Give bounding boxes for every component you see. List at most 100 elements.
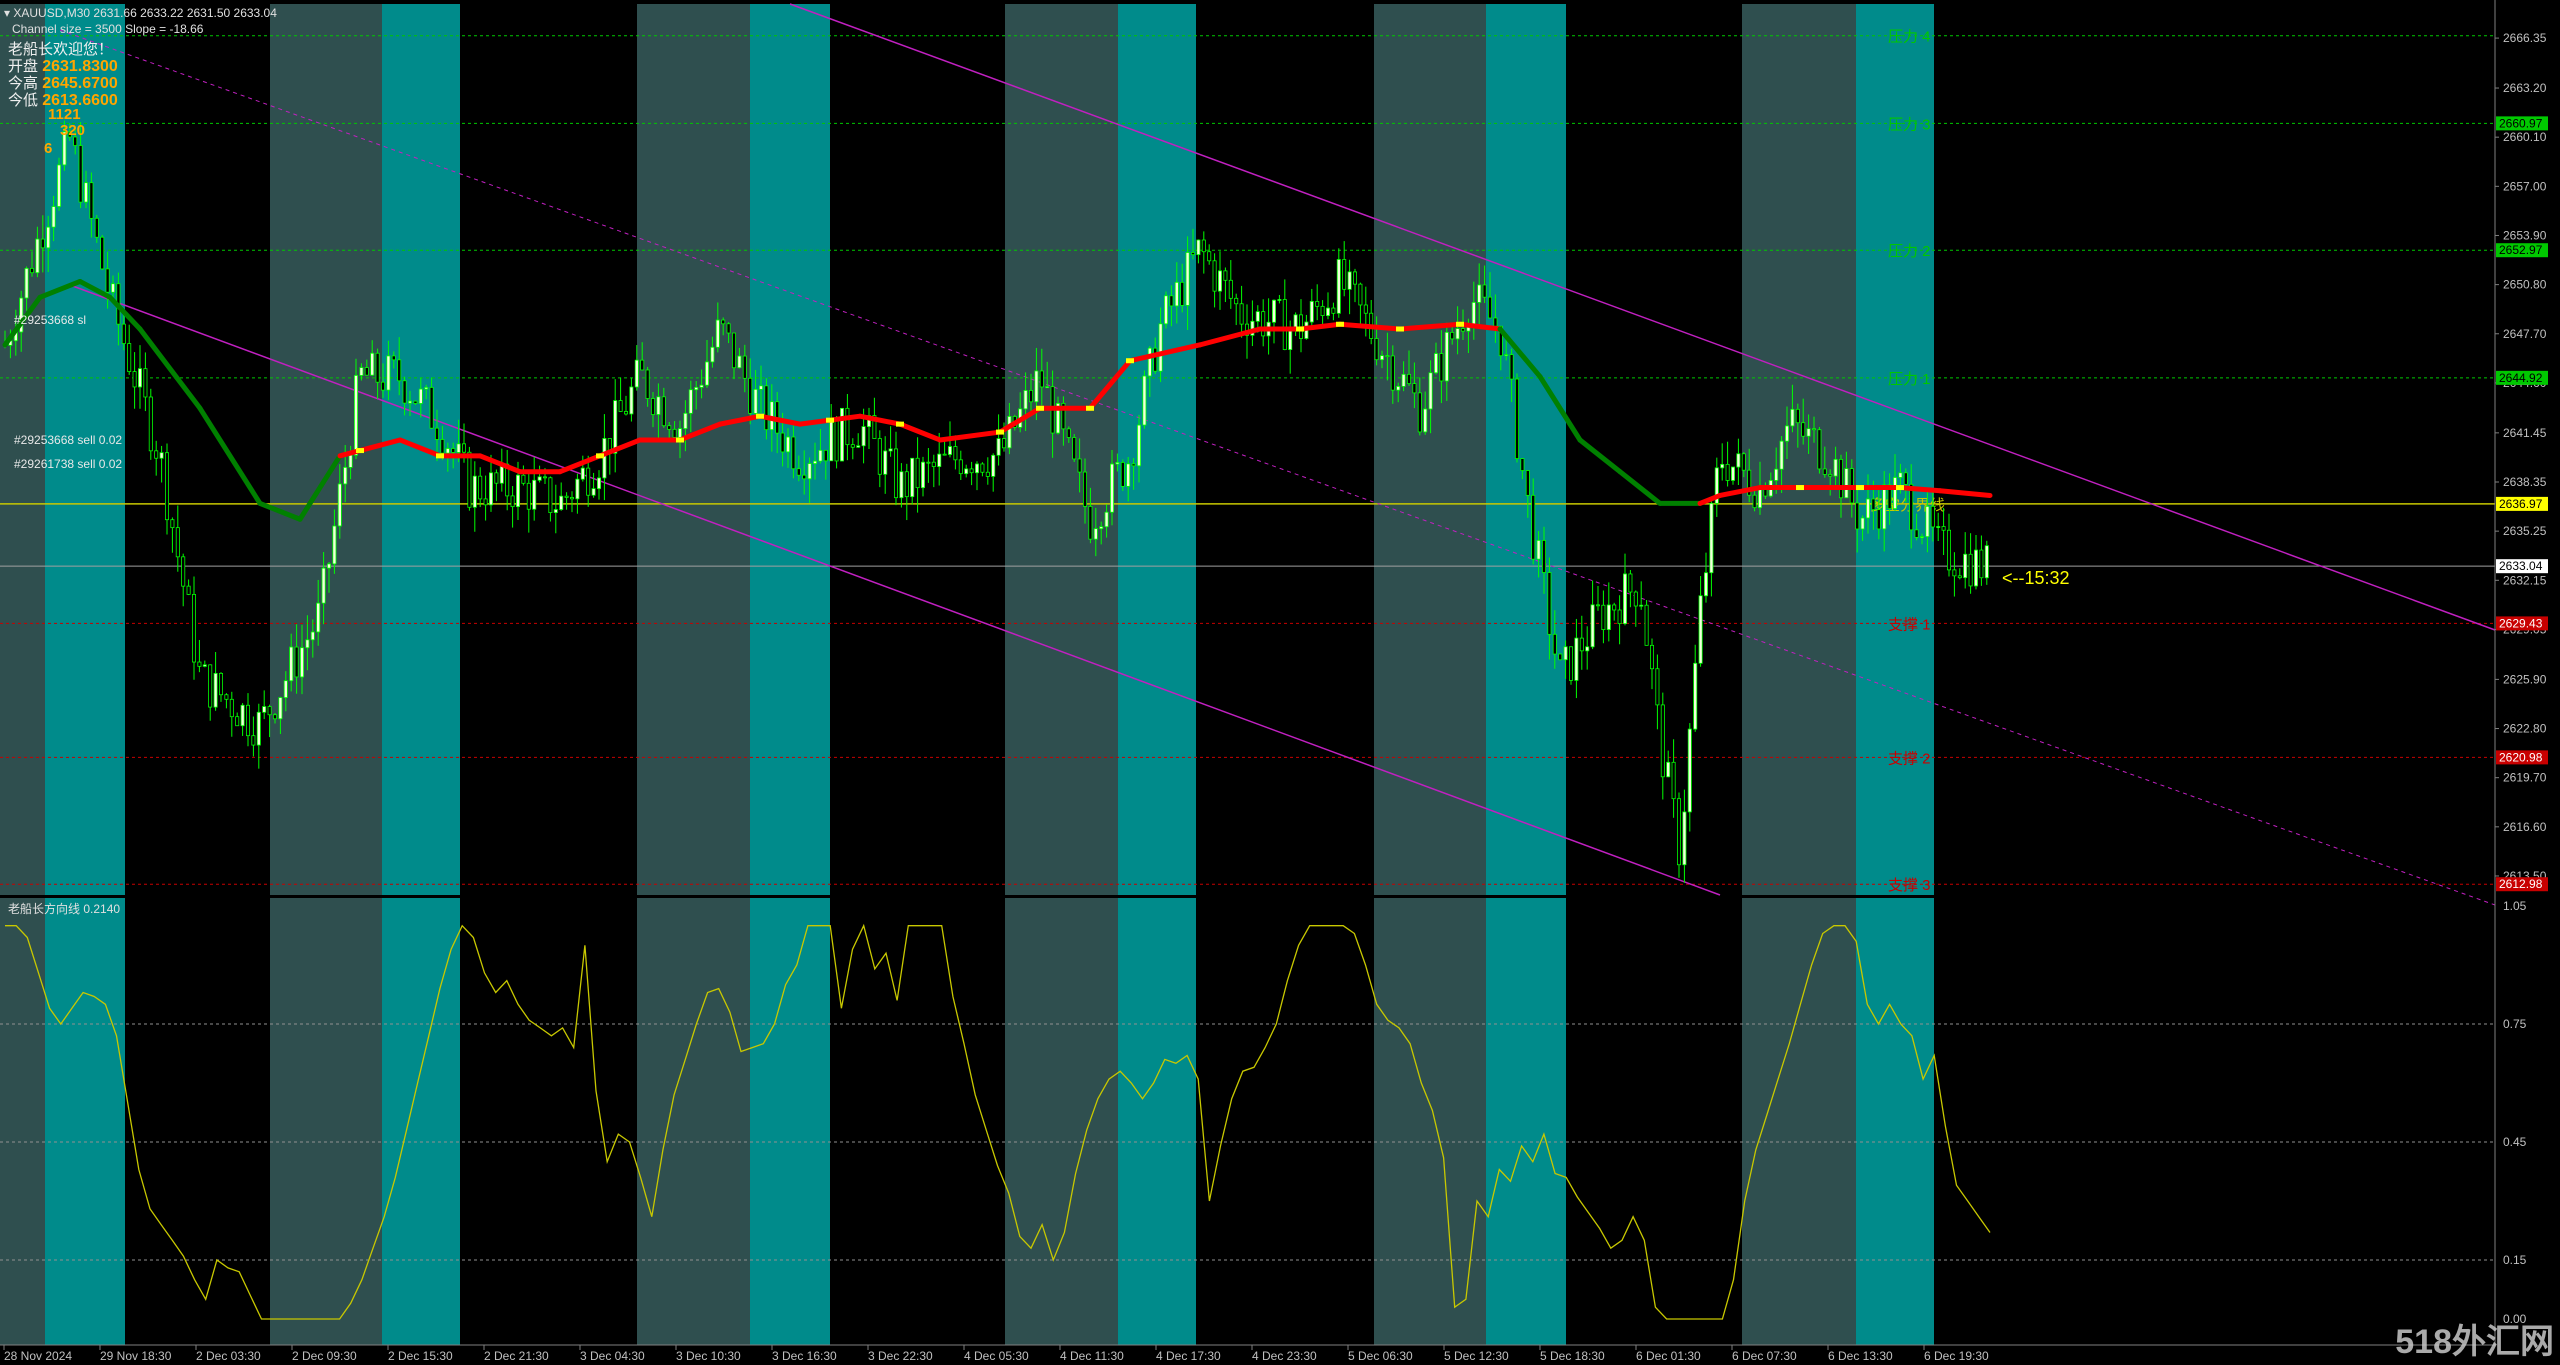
candle-body-178 [964,468,969,475]
time-tick-label-12: 4 Dec 17:30 [1156,1349,1221,1363]
price-tick-label-8: 2641.45 [2503,426,2547,440]
candle-body-228 [1234,297,1239,305]
candle-body-251 [1358,283,1363,306]
candle-body-332 [1795,408,1800,424]
candle-body-328 [1774,468,1779,481]
candle-body-302 [1633,591,1638,607]
candle-body-85 [461,443,466,453]
candle-body-70 [380,381,385,391]
candle-body-148 [802,474,807,480]
candle-body-101 [548,477,553,514]
price-tick-label-0: 2666.35 [2503,31,2547,45]
candle-body-42 [229,698,234,718]
indicator-label: 老船长方向线 0.2140 [8,902,121,916]
candle-body-294 [1590,604,1595,648]
level-label-1: 压力 3 [1888,116,1931,133]
candle-body-207 [1120,462,1125,487]
candle-body-364 [1968,553,1973,587]
time-tick-label-14: 5 Dec 06:30 [1348,1349,1413,1363]
time-tick-label-7: 3 Dec 10:30 [676,1349,741,1363]
candle-body-181 [980,463,985,473]
candle-body-239 [1293,314,1298,329]
candle-body-185 [1002,438,1007,449]
candle-body-139 [753,388,758,414]
candle-body-142 [769,401,774,431]
order-label-sell-2[interactable]: #29261738 sell 0.02 [14,457,122,471]
session-band-4 [637,4,750,1345]
time-tick-label-6: 3 Dec 04:30 [580,1349,645,1363]
price-tick-label-10: 2635.25 [2503,524,2547,538]
candle-body-245 [1326,307,1331,317]
candle-body-266 [1439,353,1444,382]
candle-body-108 [586,467,591,496]
candle-body-124 [672,428,677,438]
candle-body-97 [526,482,531,510]
candle-body-236 [1277,299,1282,301]
candle-body-89 [483,498,488,506]
candle-body-254 [1374,338,1379,361]
order-label-sell-1[interactable]: #29253668 sell 0.02 [14,433,122,447]
ma-dot-10 [1126,358,1134,364]
price-tick-label-2: 2660.10 [2503,130,2547,144]
session-band-6 [1005,4,1118,1345]
candle-body-10 [57,164,62,207]
candle-body-183 [991,454,996,477]
candle-body-355 [1920,536,1925,539]
candle-body-73 [397,359,402,382]
candle-body-153 [829,420,834,462]
ma-dot-15 [1796,485,1804,491]
candle-body-159 [861,426,866,447]
candle-body-208 [1126,463,1131,487]
candle-body-172 [931,461,936,467]
candle-body-201 [1088,506,1093,540]
candle-body-225 [1218,270,1223,292]
candle-body-270 [1461,328,1466,332]
candle-body-77 [418,388,423,404]
trading-chart[interactable]: 压力 4压力 3压力 2压力 1多空分界线支撑 1支撑 2支撑 3 1.050.… [0,0,2560,1365]
indicator-tick-2: 0.45 [2503,1135,2527,1149]
session-band-9 [1486,4,1566,1345]
ma-dot-14 [1456,321,1464,327]
time-tick-label-11: 4 Dec 11:30 [1060,1349,1124,1363]
candle-body-257 [1390,355,1395,391]
candle-body-80 [434,427,439,440]
collapse-arrow-icon[interactable]: ▾ [4,6,10,20]
candle-body-211 [1142,375,1147,426]
candle-body-291 [1574,637,1579,681]
candle-body-39 [213,672,218,708]
candle-body-180 [975,463,980,474]
candle-body-290 [1569,646,1574,681]
session-band-2 [270,4,382,1345]
candle-body-135 [732,332,737,369]
candle-body-122 [661,396,666,427]
candle-body-190 [1029,390,1034,403]
candle-body-136 [737,355,742,369]
ma-dot-16 [1856,485,1864,491]
candle-body-264 [1428,372,1433,410]
candle-body-217 [1174,281,1179,307]
candle-body-298 [1612,604,1617,611]
candle-body-83 [451,448,456,453]
candle-body-87 [472,475,477,508]
candle-body-69 [375,352,380,383]
ma-dot-13 [1396,326,1404,332]
session-band-3 [382,4,460,1345]
candle-body-232 [1255,311,1260,322]
ma-dot-4 [756,413,764,419]
candle-body-145 [786,436,791,453]
candle-body-75 [407,400,412,404]
candle-body-197 [1066,428,1071,438]
order-label-sl[interactable]: #29253668 sl [14,313,86,327]
candle-body-84 [456,443,461,453]
candle-body-65 [353,375,358,456]
candle-body-113 [613,400,618,454]
candle-body-330 [1785,425,1790,442]
candle-body-90 [488,472,493,506]
candle-body-186 [1007,416,1012,449]
candle-body-107 [580,467,585,480]
candle-body-152 [823,449,828,462]
candle-body-44 [240,704,245,727]
candle-body-57 [310,631,315,641]
candle-body-319 [1725,463,1730,481]
channel-info: Channel size = 3500 Slope = -18.66 [12,22,204,36]
